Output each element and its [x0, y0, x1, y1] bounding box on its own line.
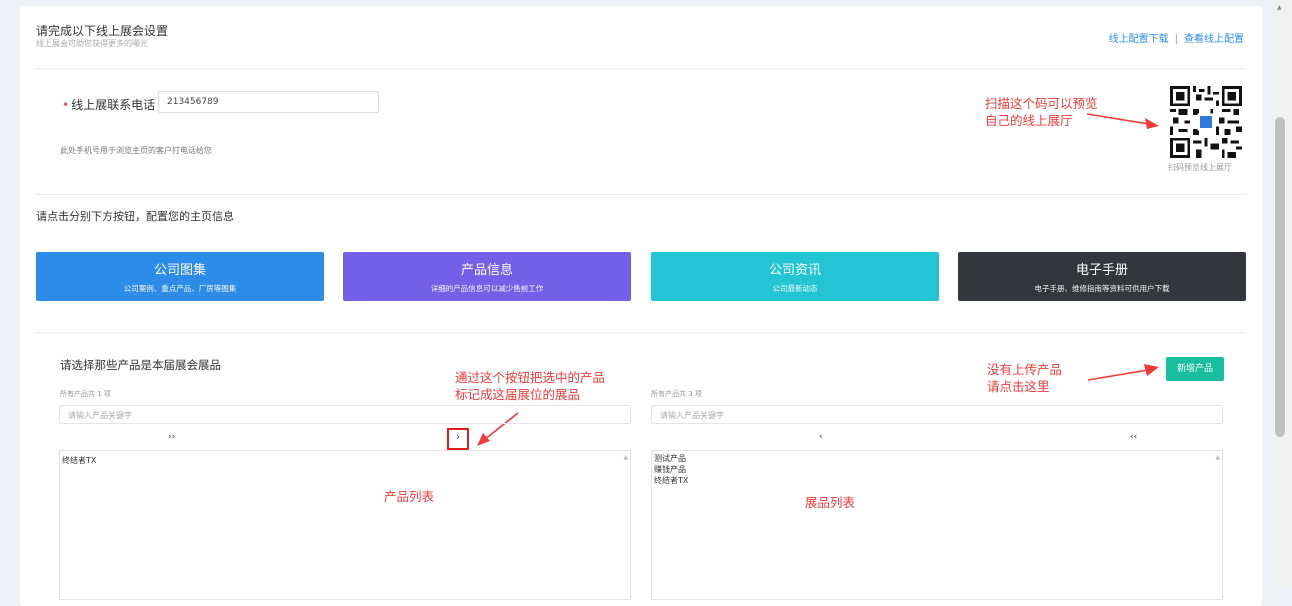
remove-all-button[interactable]: ‹‹ — [1130, 432, 1137, 442]
left-count: 所有产品共 1 项 — [60, 390, 111, 398]
qr-caption: 扫码预览线上展厅 — [1168, 163, 1232, 172]
page-scrollbar[interactable]: ▲ — [1272, 0, 1292, 587]
qr-code-image — [1170, 86, 1242, 158]
phone-input[interactable]: 213456789 — [158, 91, 379, 113]
company-gallery-button[interactable]: 公司图集 公司案例、重点产品、厂房等图集 — [36, 252, 324, 301]
config-section-title: 请点击分别下方按钮，配置您的主页信息 — [36, 210, 234, 223]
qr-annotation-line1: 扫描这个码可以预览 — [985, 96, 1098, 111]
phone-hint: 此处手机号用于浏览主页的客户打电话给您 — [60, 146, 212, 155]
move-all-button[interactable]: ›› — [168, 432, 175, 442]
scrollbar-thumb[interactable] — [1275, 117, 1285, 437]
qr-annotation-arrow — [1086, 113, 1159, 129]
exhibit-list-annotation: 展品列表 — [805, 495, 856, 510]
product-list-annotation: 产品列表 — [384, 489, 435, 504]
list-item[interactable]: 赚钱产品 — [652, 464, 1222, 475]
exhibit-list[interactable]: 测试产品 赚钱产品 终结者TX ▲ — [651, 450, 1223, 600]
qr-annotation-line2: 自己的线上展厅 — [985, 113, 1073, 128]
scroll-up-icon[interactable]: ▲ — [623, 454, 628, 461]
divider — [36, 194, 1246, 195]
view-config-link[interactable]: 查看线上配置 — [1184, 34, 1244, 45]
divider — [36, 332, 1246, 333]
move-annotation: 通过这个按钮把选中的产品 标记成这届展位的展品 — [455, 369, 605, 403]
page-subtitle: 线上展会可助您获得更多的曝光 — [36, 39, 148, 48]
exhibit-section-title: 请选择那些产品是本届展会展品 — [60, 358, 221, 372]
required-mark: • — [62, 98, 70, 112]
move-selected-button[interactable]: › — [447, 428, 469, 450]
move-annotation-line2: 标记成这届展位的展品 — [455, 387, 581, 402]
right-search-input[interactable]: 请输入产品关键字 — [651, 405, 1223, 424]
product-info-subtitle: 详细的产品信息可以减少售前工作 — [430, 284, 544, 293]
divider — [36, 68, 1246, 69]
page: 请完成以下线上展会设置 线上展会可助您获得更多的曝光 线上配置下载 | 查看线上配置… — [0, 0, 1292, 606]
list-item[interactable]: 终结者TX — [652, 475, 1222, 486]
move-annotation-line1: 通过这个按钮把选中的产品 — [455, 370, 606, 385]
e-manual-title: 电子手册 — [1075, 263, 1128, 278]
product-info-button[interactable]: 产品信息 详细的产品信息可以减少售前工作 — [343, 252, 631, 301]
product-list[interactable]: 终结者TX ▲ — [59, 450, 631, 600]
e-manual-subtitle: 电子手册、维修指南等资料可供用户下载 — [1034, 284, 1170, 293]
list-item[interactable]: 测试产品 — [652, 453, 1222, 464]
new-product-annotation-line1: 没有上传产品 — [987, 362, 1063, 377]
right-count: 所有产品共 3 项 — [651, 390, 702, 398]
list-item[interactable]: 终结者TX — [60, 455, 630, 466]
link-separator: | — [1174, 34, 1178, 45]
company-news-subtitle: 公司最新动态 — [772, 284, 818, 293]
remove-selected-button[interactable]: ‹ — [819, 432, 823, 442]
company-gallery-subtitle: 公司案例、重点产品、厂房等图集 — [123, 284, 237, 293]
product-info-title: 产品信息 — [460, 263, 513, 278]
new-product-annotation: 没有上传产品 请点击这里 — [987, 361, 1062, 395]
phone-label: • 线上展联系电话 — [62, 96, 155, 113]
company-news-button[interactable]: 公司资讯 公司最新动态 — [651, 252, 939, 301]
company-gallery-title: 公司图集 — [153, 263, 206, 278]
e-manual-button[interactable]: 电子手册 电子手册、维修指南等资料可供用户下载 — [958, 252, 1246, 301]
scroll-up-icon[interactable]: ▲ — [1215, 454, 1220, 461]
left-search-input[interactable]: 请输入产品关键字 — [59, 405, 631, 424]
new-product-annotation-arrow — [1087, 364, 1159, 381]
scroll-up-icon[interactable]: ▲ — [1277, 4, 1282, 11]
config-download-link[interactable]: 线上配置下载 — [1109, 34, 1169, 45]
page-title: 请完成以下线上展会设置 — [36, 24, 169, 38]
new-product-annotation-line2: 请点击这里 — [987, 379, 1050, 394]
top-links: 线上配置下载 | 查看线上配置 — [1109, 30, 1244, 45]
phone-label-text: 线上展联系电话 — [71, 98, 156, 112]
company-news-title: 公司资讯 — [768, 263, 821, 278]
qr-annotation: 扫描这个码可以预览 自己的线上展厅 — [985, 95, 1098, 129]
new-product-button[interactable]: 新增产品 — [1166, 357, 1224, 381]
